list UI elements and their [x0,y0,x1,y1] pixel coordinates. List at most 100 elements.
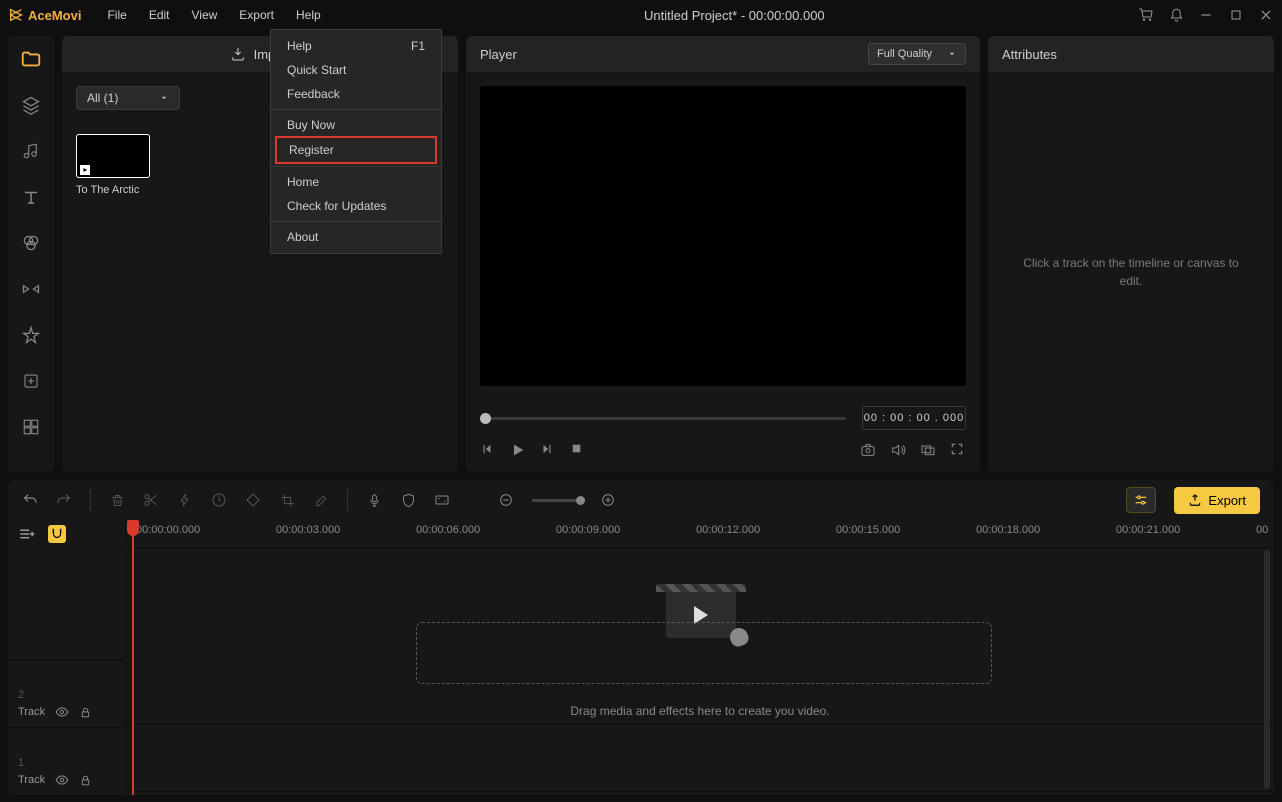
shield-button[interactable] [400,492,416,508]
help-menu-buynow[interactable]: Buy Now [271,113,441,137]
zoom-in-button[interactable] [600,492,616,508]
attributes-header: Attributes [988,36,1274,72]
ruler-label: 00:00:00.000 [136,524,200,536]
close-button[interactable] [1258,7,1274,23]
rail-layers-icon[interactable] [20,94,42,116]
rail-split-icon[interactable] [20,416,42,438]
export-button[interactable]: Export [1174,487,1260,514]
prev-frame-button[interactable] [480,442,496,458]
titlebar-right [1138,7,1274,23]
bell-icon[interactable] [1168,7,1184,23]
next-frame-button[interactable] [540,442,556,458]
crop-button[interactable] [279,492,295,508]
rail-text-icon[interactable] [20,186,42,208]
timeline-left-tools [8,520,125,548]
minimize-button[interactable] [1198,7,1214,23]
speed-button[interactable] [211,492,227,508]
ruler-label: 00:00:09.000 [556,524,620,536]
voiceover-button[interactable] [366,492,382,508]
settings-button[interactable] [1126,487,1156,513]
export-icon [1188,493,1202,507]
snapshot-button[interactable] [860,442,876,458]
menu-view[interactable]: View [182,4,228,26]
lock-toggle[interactable] [79,774,92,787]
maximize-button[interactable] [1228,7,1244,23]
tag-button[interactable] [245,492,261,508]
add-track-button[interactable] [18,525,36,543]
media-clip[interactable]: To The Arctic [76,134,150,196]
rail-audio-icon[interactable] [20,140,42,162]
track-name: Track [18,774,45,786]
timeline-scrollbar[interactable] [1264,550,1270,789]
attributes-panel: Attributes Click a track on the timeline… [988,36,1274,472]
ruler-label: 00:00:06.000 [416,524,480,536]
media-filter-label: All (1) [87,91,118,105]
compare-button[interactable] [920,442,936,458]
chevron-down-icon [947,49,957,59]
magnetic-button[interactable] [48,525,66,543]
edit-button[interactable] [313,492,329,508]
help-menu-help[interactable]: Help F1 [271,34,441,58]
visibility-toggle[interactable] [55,705,69,719]
rail-elements-icon[interactable] [20,324,42,346]
zoom-out-button[interactable] [498,492,514,508]
ruler-label: 00:00:15.000 [836,524,900,536]
quality-select[interactable]: Full Quality [868,43,966,65]
playhead[interactable] [132,520,134,795]
menu-file[interactable]: File [97,4,136,26]
menu-export[interactable]: Export [229,4,284,26]
player-body: 00 : 00 : 00 . 000 [466,72,980,472]
play-button[interactable] [510,442,526,458]
main-area: Import All (1) To The Arctic Player Full… [0,30,1282,472]
help-menu-home[interactable]: Home [271,170,441,194]
track-row-1[interactable] [126,724,1274,792]
ruler-label: 00:00:03.000 [276,524,340,536]
attributes-hint: Click a track on the timeline or canvas … [988,72,1274,472]
logo-icon [8,7,24,23]
track-head-1: 1 Track [8,727,125,795]
player-title: Player [480,47,517,62]
quality-label: Full Quality [877,48,932,60]
menubar: File Edit View Export Help [97,4,330,26]
import-icon [230,46,246,62]
cart-icon[interactable] [1138,7,1154,23]
zoom-slider[interactable] [532,499,582,502]
quick-button[interactable] [177,492,193,508]
help-menu-updates[interactable]: Check for Updates [271,194,441,218]
drop-zone[interactable] [416,622,992,684]
dd-divider [271,166,441,167]
fullscreen-button[interactable] [950,442,966,458]
ratio-button[interactable] [434,492,450,508]
menu-edit[interactable]: Edit [139,4,180,26]
timeline-right[interactable]: 00:00:00.000 00:00:03.000 00:00:06.000 0… [126,520,1274,795]
rail-filters-icon[interactable] [20,232,42,254]
timeline-left: 2 Track 1 Track [8,520,126,795]
rail-overlay-icon[interactable] [20,370,42,392]
stop-button[interactable] [570,442,586,458]
ruler-label: 00 [1256,524,1268,536]
dd-divider [271,109,441,110]
ruler-label: 00:00:18.000 [976,524,1040,536]
split-button[interactable] [143,492,159,508]
help-menu-about[interactable]: About [271,225,441,249]
lock-toggle[interactable] [79,706,92,719]
progress-slider[interactable] [480,417,846,420]
help-menu-feedback[interactable]: Feedback [271,82,441,106]
volume-button[interactable] [890,442,906,458]
rail-transitions-icon[interactable] [20,278,42,300]
menu-help[interactable]: Help [286,4,331,26]
undo-button[interactable] [22,492,38,508]
rail-media-icon[interactable] [20,48,42,70]
visibility-toggle[interactable] [55,773,69,787]
delete-button[interactable] [109,492,125,508]
media-filter-select[interactable]: All (1) [76,86,180,110]
titlebar: AceMovi File Edit View Export Help Untit… [0,0,1282,30]
video-preview[interactable] [480,86,966,386]
progress-thumb[interactable] [480,413,491,424]
help-menu-quickstart[interactable]: Quick Start [271,58,441,82]
track-name: Track [18,706,45,718]
timeline-ruler[interactable]: 00:00:00.000 00:00:03.000 00:00:06.000 0… [126,520,1274,548]
track-number: 2 [18,689,115,701]
help-menu-register[interactable]: Register [275,136,437,164]
redo-button[interactable] [56,492,72,508]
